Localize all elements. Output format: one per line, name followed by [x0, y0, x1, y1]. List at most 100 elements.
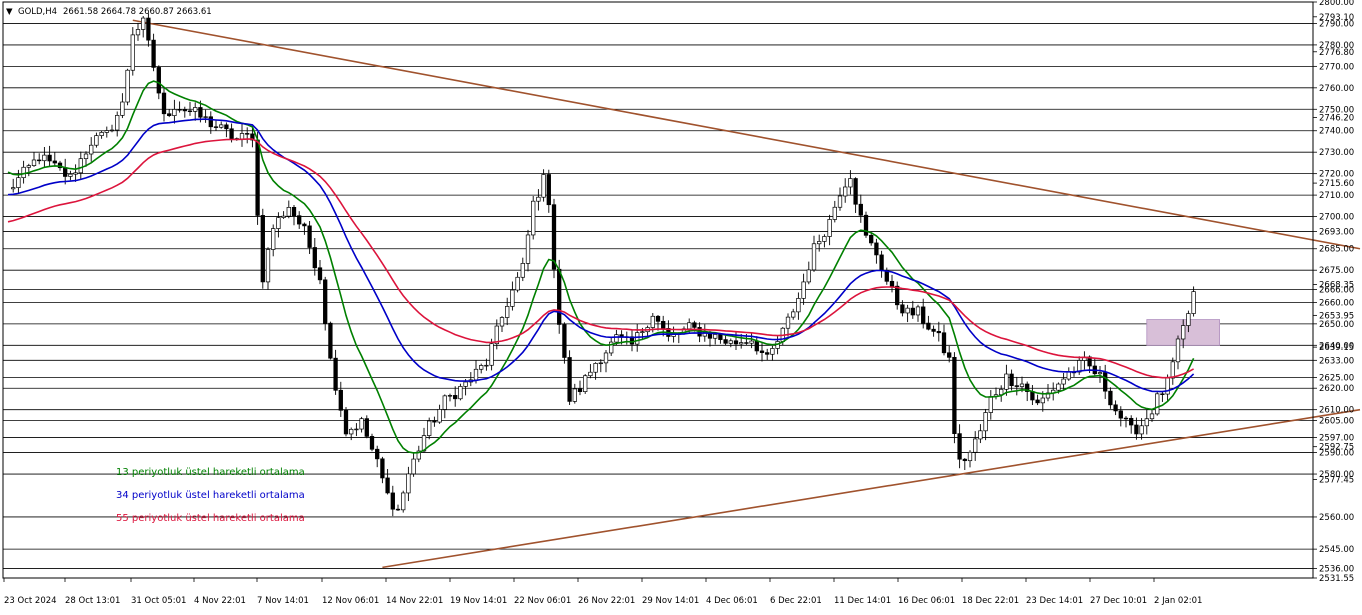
time-tick-label: 23 Dec 14:01 [1026, 596, 1083, 606]
legend-item-0: 13 periyotluk üstel hareketli ortalama [116, 467, 305, 478]
candle [1144, 409, 1149, 435]
candle [89, 137, 94, 162]
candle [941, 324, 947, 356]
candle [73, 164, 78, 182]
candle [1014, 376, 1019, 396]
candle [827, 214, 832, 246]
candle [1009, 369, 1014, 391]
ema-line-34 [7, 118, 1195, 393]
candle [401, 490, 406, 513]
legend-item-1: 34 periyotluk üstel hareketli ortalama [116, 490, 305, 501]
price-tick-label: 2536.00 [1319, 564, 1354, 574]
price-tick-label: 2590.00 [1319, 449, 1354, 459]
candle [926, 315, 931, 331]
price-tick-label: 2650.00 [1319, 320, 1354, 330]
candle [1045, 384, 1051, 402]
time-tick-label: 23 Oct 2024 [4, 596, 57, 606]
candle [203, 109, 208, 123]
candle [791, 308, 796, 320]
candle [375, 445, 380, 468]
candle [317, 260, 323, 285]
candle [468, 372, 473, 387]
candle [52, 152, 57, 166]
time-tick-label: 6 Dec 22:01 [770, 596, 822, 606]
candle [193, 102, 198, 121]
chart-window[interactable]: 2800.00 2793.10 2790.00 2780.00 2776.80 2770.… [0, 0, 1362, 611]
candle [328, 321, 333, 360]
candle [406, 466, 411, 502]
time-axis[interactable]: 23 Oct 2024 28 Oct 13:01 31 Oct 05:01 4 Nov… [3, 578, 1202, 606]
candle [447, 393, 453, 402]
candle [161, 87, 167, 122]
candle [915, 304, 921, 322]
candle [213, 119, 219, 131]
price-tick-label: 2790.00 [1319, 19, 1354, 29]
candle [271, 224, 276, 257]
candle [598, 359, 603, 373]
candle [239, 123, 245, 147]
candle [1134, 417, 1139, 440]
candle [172, 99, 177, 124]
time-tick-label: 28 Oct 13:01 [65, 596, 120, 606]
candle [458, 383, 463, 401]
price-tick-label: 2666.00 [1319, 286, 1354, 296]
candle [770, 345, 775, 361]
candle [224, 122, 229, 138]
price-tick-label: 2639.15 [1319, 343, 1354, 353]
candle [661, 315, 666, 337]
candle [505, 297, 510, 326]
price-tick-label: 2746.20 [1319, 113, 1354, 123]
price-axis[interactable]: 2800.002793.102790.002780.002776.802770.… [1313, 0, 1354, 584]
price-chart[interactable]: 2800.002793.102790.002780.002776.802770.… [0, 0, 1362, 611]
candle [978, 424, 983, 444]
trendline-0 [132, 19, 1361, 250]
candle [109, 124, 115, 133]
candle [905, 304, 910, 323]
price-tick-label: 2770.00 [1319, 62, 1354, 72]
time-tick-label: 4 Nov 22:01 [194, 596, 246, 606]
time-tick-label: 29 Nov 14:01 [642, 596, 699, 606]
candle [869, 232, 874, 246]
candle [1139, 418, 1144, 440]
trendline-1 [382, 408, 1361, 569]
price-tick-label: 2560.00 [1319, 513, 1354, 523]
candle [962, 458, 967, 470]
candle [390, 485, 395, 517]
candle [302, 222, 307, 235]
candle [68, 170, 73, 181]
candle [733, 331, 739, 351]
moving-averages [7, 80, 1195, 454]
candle [541, 169, 546, 202]
candle [489, 338, 494, 371]
candle [697, 322, 702, 343]
candle [713, 333, 718, 345]
candle [453, 386, 458, 407]
horizontal-levels [3, 23, 1313, 569]
candle [1035, 394, 1040, 406]
candle [385, 469, 390, 495]
candle [520, 257, 525, 282]
candle [115, 111, 120, 137]
candle [125, 68, 130, 106]
price-tick-label: 2625.00 [1319, 373, 1354, 383]
time-tick-label: 22 Nov 06:01 [514, 596, 571, 606]
ema-line-55 [7, 138, 1194, 379]
price-tick-label: 2693.00 [1319, 228, 1354, 238]
candle [837, 187, 843, 211]
candle [822, 234, 827, 248]
candle [167, 109, 172, 118]
candle [983, 408, 988, 441]
candle [988, 390, 993, 420]
candle [151, 33, 156, 72]
candle [281, 211, 286, 219]
candle [354, 423, 359, 437]
candle [1108, 387, 1113, 409]
price-tick-label: 2700.00 [1319, 213, 1354, 223]
candle [609, 337, 614, 356]
header-arrow-icon[interactable]: ▼ [6, 7, 13, 17]
price-tick-label: 2740.00 [1319, 127, 1354, 137]
candle [135, 22, 141, 41]
time-tick-label: 12 Nov 06:01 [322, 596, 379, 606]
price-tick-label: 2660.00 [1319, 298, 1354, 308]
candle [286, 200, 291, 219]
